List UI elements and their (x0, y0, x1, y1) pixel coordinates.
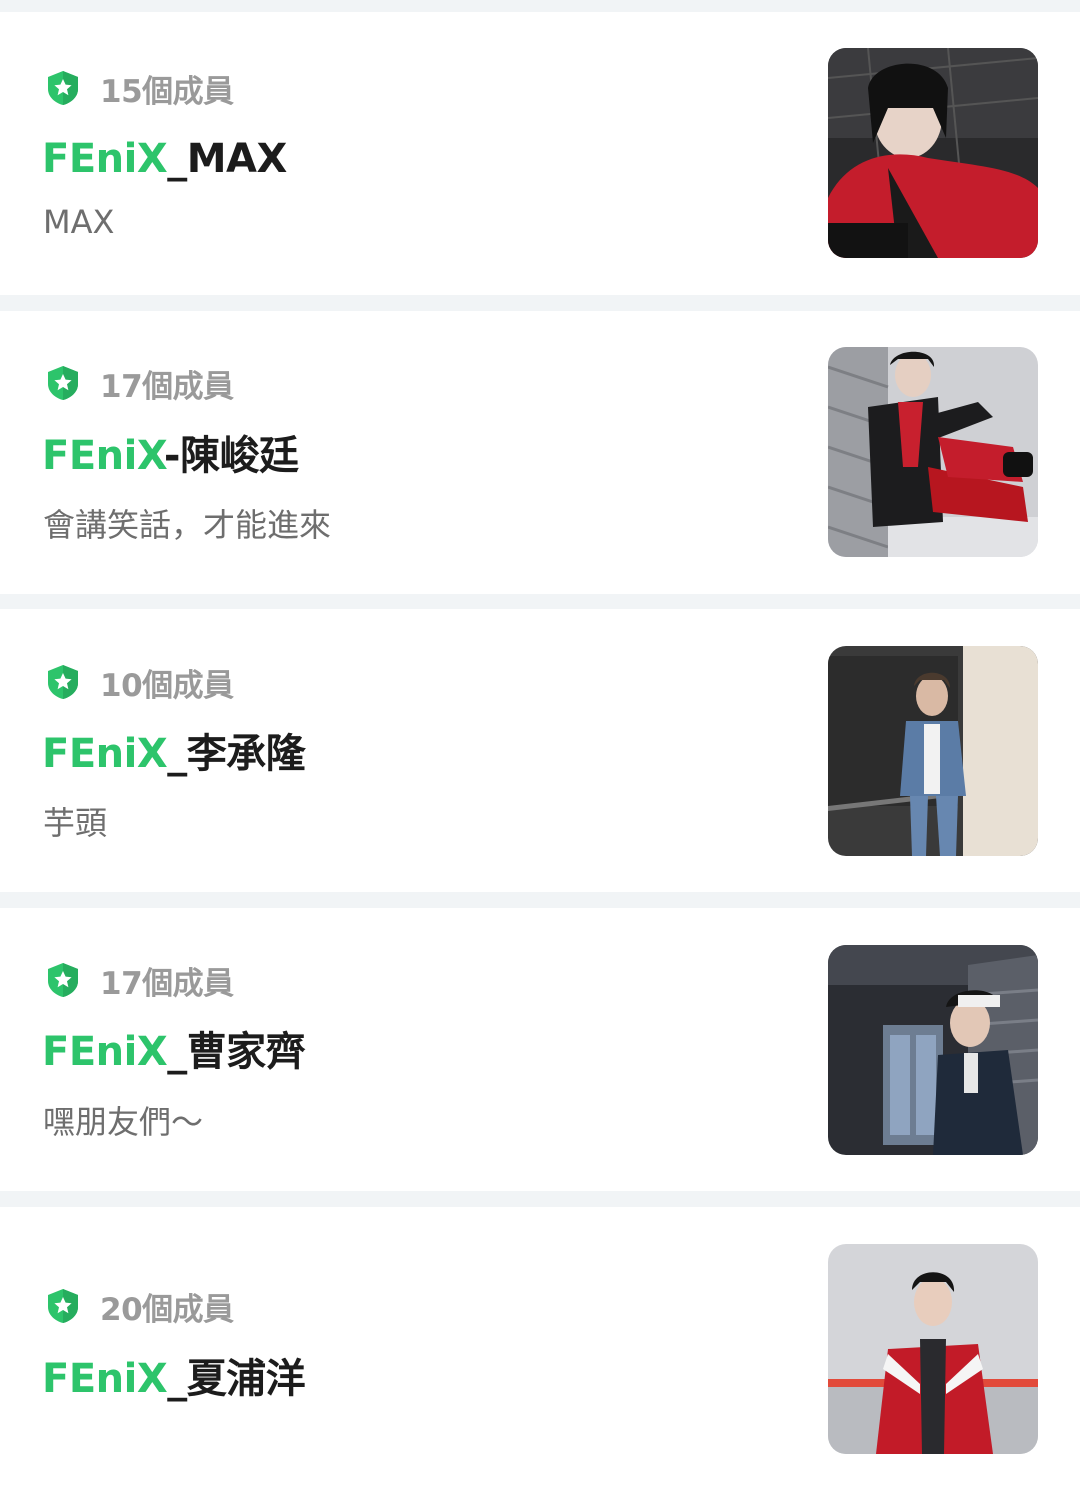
shield-star-icon (44, 961, 82, 999)
room-title: FEniX_MAX (42, 134, 287, 184)
room-title-rest: _夏浦洋 (167, 1356, 306, 1402)
room-card[interactable]: 10個成員 FEniX_李承隆 芋頭 (0, 609, 1080, 892)
room-description: 嘿朋友們～ (43, 1103, 204, 1141)
member-count: 15個成員 (100, 73, 234, 110)
shield-star-icon (44, 364, 82, 402)
room-title-highlight: FEniX (42, 731, 168, 777)
room-title: FEniX_李承隆 (42, 729, 306, 779)
room-title-rest: _李承隆 (167, 731, 306, 777)
room-card[interactable]: 20個成員 FEniX_夏浦洋 (0, 1207, 1080, 1505)
member-count: 20個成員 (100, 1291, 234, 1328)
member-count: 10個成員 (100, 667, 234, 704)
room-title: FEniX-陳峻廷 (42, 431, 299, 481)
room-card[interactable]: 17個成員 FEniX-陳峻廷 會講笑話，才能進來 (0, 311, 1080, 594)
room-meta: 17個成員 (44, 363, 234, 405)
room-thumbnail (828, 1244, 1038, 1454)
room-title: FEniX_曹家齊 (42, 1027, 306, 1077)
shield-star-icon (44, 1287, 82, 1325)
room-title-highlight: FEniX (42, 136, 168, 182)
room-title-highlight: FEniX (42, 1356, 168, 1402)
room-title-rest: -陳峻廷 (163, 433, 299, 479)
room-thumbnail (828, 48, 1038, 258)
room-title-rest: _曹家齊 (167, 1029, 306, 1075)
room-title-rest: _MAX (167, 136, 287, 182)
room-description: 芋頭 (43, 804, 108, 842)
room-thumbnail (828, 945, 1038, 1155)
room-title-highlight: FEniX (42, 1029, 168, 1075)
room-thumbnail (828, 646, 1038, 856)
room-title-highlight: FEniX (42, 433, 164, 479)
shield-star-icon (44, 663, 82, 701)
room-list: 15個成員 FEniX_MAX MAX 17個成員 FEniX-陳峻廷 會講笑話… (0, 0, 1080, 1505)
member-count: 17個成員 (100, 368, 234, 405)
room-meta: 17個成員 (44, 960, 234, 1002)
room-card[interactable]: 17個成員 FEniX_曹家齊 嘿朋友們～ (0, 908, 1080, 1191)
member-count: 17個成員 (100, 965, 234, 1002)
room-description: 會講笑話，才能進來 (43, 506, 332, 544)
room-meta: 15個成員 (44, 68, 234, 110)
room-thumbnail (828, 347, 1038, 557)
room-card[interactable]: 15個成員 FEniX_MAX MAX (0, 12, 1080, 295)
room-meta: 10個成員 (44, 662, 234, 704)
shield-star-icon (44, 69, 82, 107)
room-title: FEniX_夏浦洋 (42, 1354, 306, 1404)
room-description: MAX (43, 203, 115, 241)
room-meta: 20個成員 (44, 1286, 234, 1328)
